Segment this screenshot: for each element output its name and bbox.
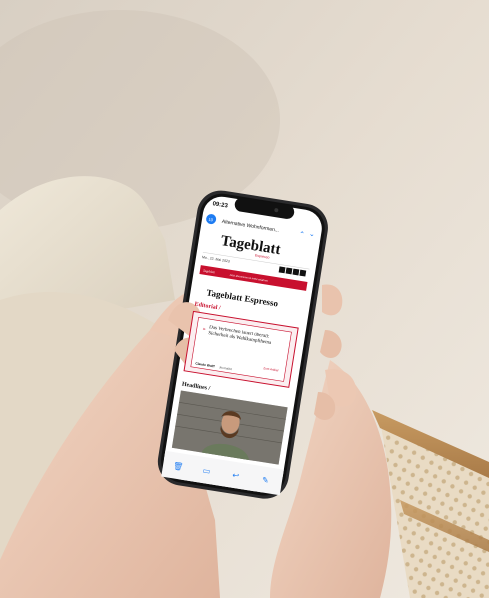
issue-date: Mo., 22. Mai 2023 xyxy=(202,255,230,263)
chevron-down-icon[interactable]: ⌄ xyxy=(308,231,315,239)
editorial-label: Editorial / xyxy=(194,302,221,312)
facebook-icon[interactable] xyxy=(278,266,286,274)
linkedin-icon[interactable] xyxy=(299,269,307,277)
compose-icon[interactable]: ✎ xyxy=(261,475,269,485)
masthead: Tageblatt xyxy=(220,233,282,258)
headlines-label: Headlines / xyxy=(181,382,210,392)
twitter-icon[interactable] xyxy=(292,268,300,276)
mail-subject: Alternative Wohnformen... xyxy=(221,219,279,234)
status-time: 09:23 xyxy=(212,201,229,209)
headline-photo[interactable] xyxy=(171,390,288,465)
trash-icon[interactable]: 🗑 xyxy=(172,461,183,471)
chevron-up-icon[interactable]: ⌃ xyxy=(298,230,305,239)
folder-icon[interactable]: ▭ xyxy=(202,466,211,476)
instagram-icon[interactable] xyxy=(285,267,293,275)
masthead-sub: Espresso xyxy=(255,253,270,259)
phone-screen: 09:23 10 Alternative Wohnformen... ⌃ ⌄ T… xyxy=(0,0,489,598)
